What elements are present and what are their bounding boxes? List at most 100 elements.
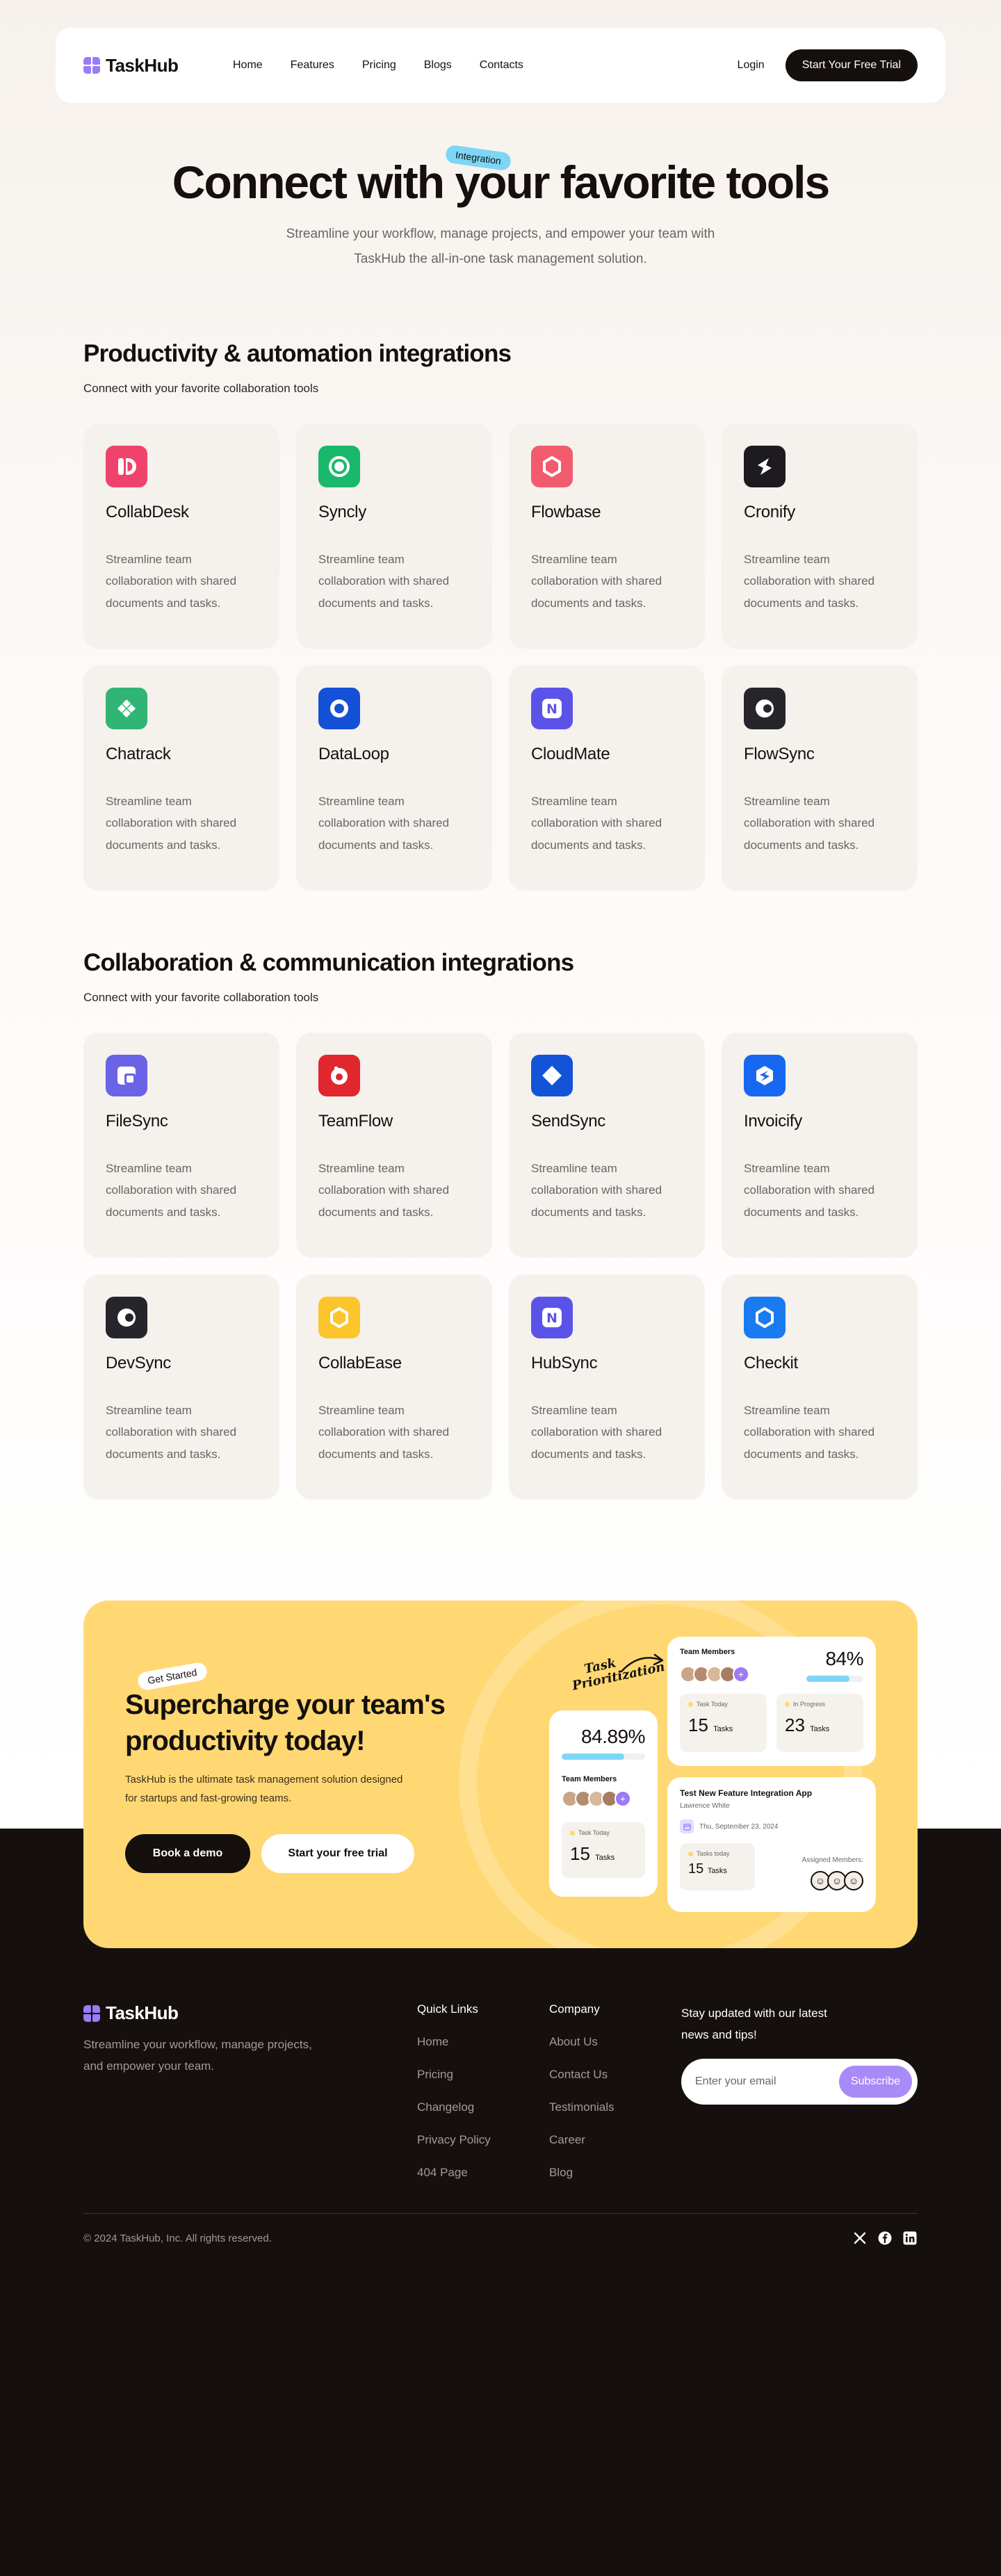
subscribe-button[interactable]: Subscribe xyxy=(839,2065,912,2098)
footer-link-home[interactable]: Home xyxy=(417,2035,549,2049)
taskhub-logo-icon xyxy=(83,2004,100,2022)
nav-link-features[interactable]: Features xyxy=(291,59,334,72)
stat-number: 15 xyxy=(570,1843,590,1864)
cta-banner: Get Started Supercharge your team's prod… xyxy=(83,1601,918,1948)
progress-bar-fill xyxy=(806,1676,849,1682)
svg-text:N: N xyxy=(546,702,558,717)
collabdesk-icon xyxy=(106,445,147,487)
integration-card-collabease[interactable]: CollabEase Streamline team collaboration … xyxy=(296,1274,492,1500)
integration-card-checkit[interactable]: Checkit Streamline team collaboration wit… xyxy=(722,1274,918,1500)
cta-title-line-1: Supercharge your team's xyxy=(125,1690,446,1720)
login-link[interactable]: Login xyxy=(738,59,765,72)
integration-name: Syncly xyxy=(318,502,366,521)
footer-link-404[interactable]: 404 Page xyxy=(417,2166,549,2180)
task-title: Test New Feature Integration App xyxy=(680,1788,813,1798)
svg-text:N: N xyxy=(546,1311,558,1326)
integration-name: CollabEase xyxy=(318,1353,402,1372)
footer-link-contact-us[interactable]: Contact Us xyxy=(549,2068,681,2082)
taskhub-logo-icon xyxy=(83,57,100,74)
integration-card-flowbase[interactable]: Flowbase Streamline team collaboration wi… xyxy=(509,423,705,649)
integration-description: Streamline team collaboration with share… xyxy=(106,794,237,852)
brand-name: TaskHub xyxy=(106,54,179,76)
footer-link-privacy-policy[interactable]: Privacy Policy xyxy=(417,2133,549,2147)
team-avatars: + xyxy=(680,1666,749,1683)
integration-name: SendSync xyxy=(531,1111,606,1131)
facebook-icon[interactable] xyxy=(877,2230,893,2246)
integration-description: Streamline team collaboration with share… xyxy=(318,1161,450,1219)
footer-link-career[interactable]: Career xyxy=(549,2133,681,2147)
integration-description: Streamline team collaboration with share… xyxy=(531,1161,662,1219)
footer-brand-logo[interactable]: TaskHub xyxy=(83,2002,233,2024)
integration-card-filesync[interactable]: FileSync Streamline team collaboration wi… xyxy=(83,1032,279,1258)
integration-card-invoicify[interactable]: Invoicify Streamline team collaboration w… xyxy=(722,1032,918,1258)
productivity-section: Productivity & automation integrations C… xyxy=(83,272,918,891)
integration-card-hubsync[interactable]: N HubSync Streamline team collaboration wi… xyxy=(509,1274,705,1500)
nav-link-blogs[interactable]: Blogs xyxy=(424,59,452,72)
brand-name: TaskHub xyxy=(106,2002,179,2023)
section-title: Productivity & automation integrations xyxy=(83,339,512,367)
x-icon[interactable] xyxy=(852,2230,868,2246)
add-member-icon[interactable]: + xyxy=(615,1790,631,1807)
footer-desc-line-1: Streamline your workflow, manage project… xyxy=(83,2038,312,2051)
integration-card-cronify[interactable]: Cronify Streamline team collaboration wit… xyxy=(722,423,918,649)
nav-link-home[interactable]: Home xyxy=(233,59,263,72)
newsletter: Stay updated with our latest news and ti… xyxy=(681,2002,918,2180)
task-today-stat: Task Today 15 Tasks xyxy=(562,1822,645,1878)
status-dot-icon xyxy=(688,1851,693,1856)
integration-card-syncly[interactable]: Syncly Streamline team collaboration with… xyxy=(296,423,492,649)
footer-link-about-us[interactable]: About Us xyxy=(549,2035,681,2049)
task-detail-card: Test New Feature Integration App Lawrenc… xyxy=(667,1777,876,1912)
brand-logo[interactable]: TaskHub xyxy=(83,55,233,76)
email-input[interactable] xyxy=(695,2075,839,2088)
integration-card-devsync[interactable]: DevSync Streamline team collaboration wit… xyxy=(83,1274,279,1500)
newsletter-text: Stay updated with our latest news and ti… xyxy=(681,2002,918,2046)
linkedin-icon[interactable] xyxy=(902,2230,918,2246)
team-overview-card: Team Members + 84% Task Today 15 Tasks I… xyxy=(667,1637,876,1766)
integration-description: Streamline team collaboration with share… xyxy=(744,552,875,610)
start-free-trial-button[interactable]: Start Your Free Trial xyxy=(785,49,918,81)
integration-card-chatrack[interactable]: Chatrack Streamline team collaboration wi… xyxy=(83,665,279,891)
cta-desc-line-2: for startups and fast-growing teams. xyxy=(125,1792,292,1804)
quick-links-column: Quick Links Home Pricing Changelog Priva… xyxy=(417,2002,549,2180)
integration-description: Streamline team collaboration with share… xyxy=(744,1161,875,1219)
integration-description: Streamline team collaboration with share… xyxy=(744,794,875,852)
integration-name: DataLoop xyxy=(318,744,389,763)
nav-link-pricing[interactable]: Pricing xyxy=(362,59,396,72)
integration-name: Chatrack xyxy=(106,744,171,763)
dataloop-icon xyxy=(318,687,360,729)
footer-link-changelog[interactable]: Changelog xyxy=(417,2100,549,2114)
flowsync-icon xyxy=(744,687,786,729)
footer-link-testimonials[interactable]: Testimonials xyxy=(549,2100,681,2114)
stat-unit: Tasks xyxy=(595,1854,615,1862)
syncly-icon xyxy=(318,445,360,487)
integration-card-collabdesk[interactable]: CollabDesk Streamline team collaboration … xyxy=(83,423,279,649)
integration-card-sendsync[interactable]: SendSync Streamline team collaboration wi… xyxy=(509,1032,705,1258)
teamflow-icon xyxy=(318,1054,360,1096)
hero-subtitle-line-2: TaskHub the all-in-one task management s… xyxy=(354,251,647,266)
team-members-label: Team Members xyxy=(562,1775,617,1783)
newsletter-line-2: news and tips! xyxy=(681,2028,757,2042)
footer-link-pricing[interactable]: Pricing xyxy=(417,2068,549,2082)
status-dot-icon xyxy=(785,1701,790,1707)
footer-link-blog[interactable]: Blog xyxy=(549,2166,681,2180)
add-member-icon[interactable]: + xyxy=(733,1666,749,1683)
integration-card-flowsync[interactable]: FlowSync Streamline team collaboration wi… xyxy=(722,665,918,891)
footer: TaskHub Streamline your workflow, manage… xyxy=(83,2002,918,2246)
book-demo-button[interactable]: Book a demo xyxy=(125,1834,250,1873)
integration-name: Flowbase xyxy=(531,502,601,521)
status-dot-icon xyxy=(688,1701,693,1707)
company-column: Company About Us Contact Us Testimonials… xyxy=(549,2002,681,2180)
start-free-trial-cta-button[interactable]: Start your free trial xyxy=(261,1834,414,1873)
integration-card-teamflow[interactable]: TeamFlow Streamline team collaboration wi… xyxy=(296,1032,492,1258)
integration-card-cloudmate[interactable]: N CloudMate Streamline team collaboration … xyxy=(509,665,705,891)
calendar-icon xyxy=(680,1820,694,1833)
integration-card-dataloop[interactable]: DataLoop Streamline team collaboration wi… xyxy=(296,665,492,891)
newsletter-line-1: Stay updated with our latest xyxy=(681,2007,827,2020)
nav-link-contacts[interactable]: Contacts xyxy=(480,59,523,72)
company-title: Company xyxy=(549,2002,600,2016)
assigned-avatars: ☺ ☺ ☺ xyxy=(802,1871,863,1890)
member-avatar-icon: ☺ xyxy=(844,1871,863,1890)
top-nav: TaskHub Home Features Pricing Blogs Cont… xyxy=(56,28,945,103)
integration-description: Streamline team collaboration with share… xyxy=(531,552,662,610)
footer-brand-description: Streamline your workflow, manage project… xyxy=(83,2034,417,2077)
